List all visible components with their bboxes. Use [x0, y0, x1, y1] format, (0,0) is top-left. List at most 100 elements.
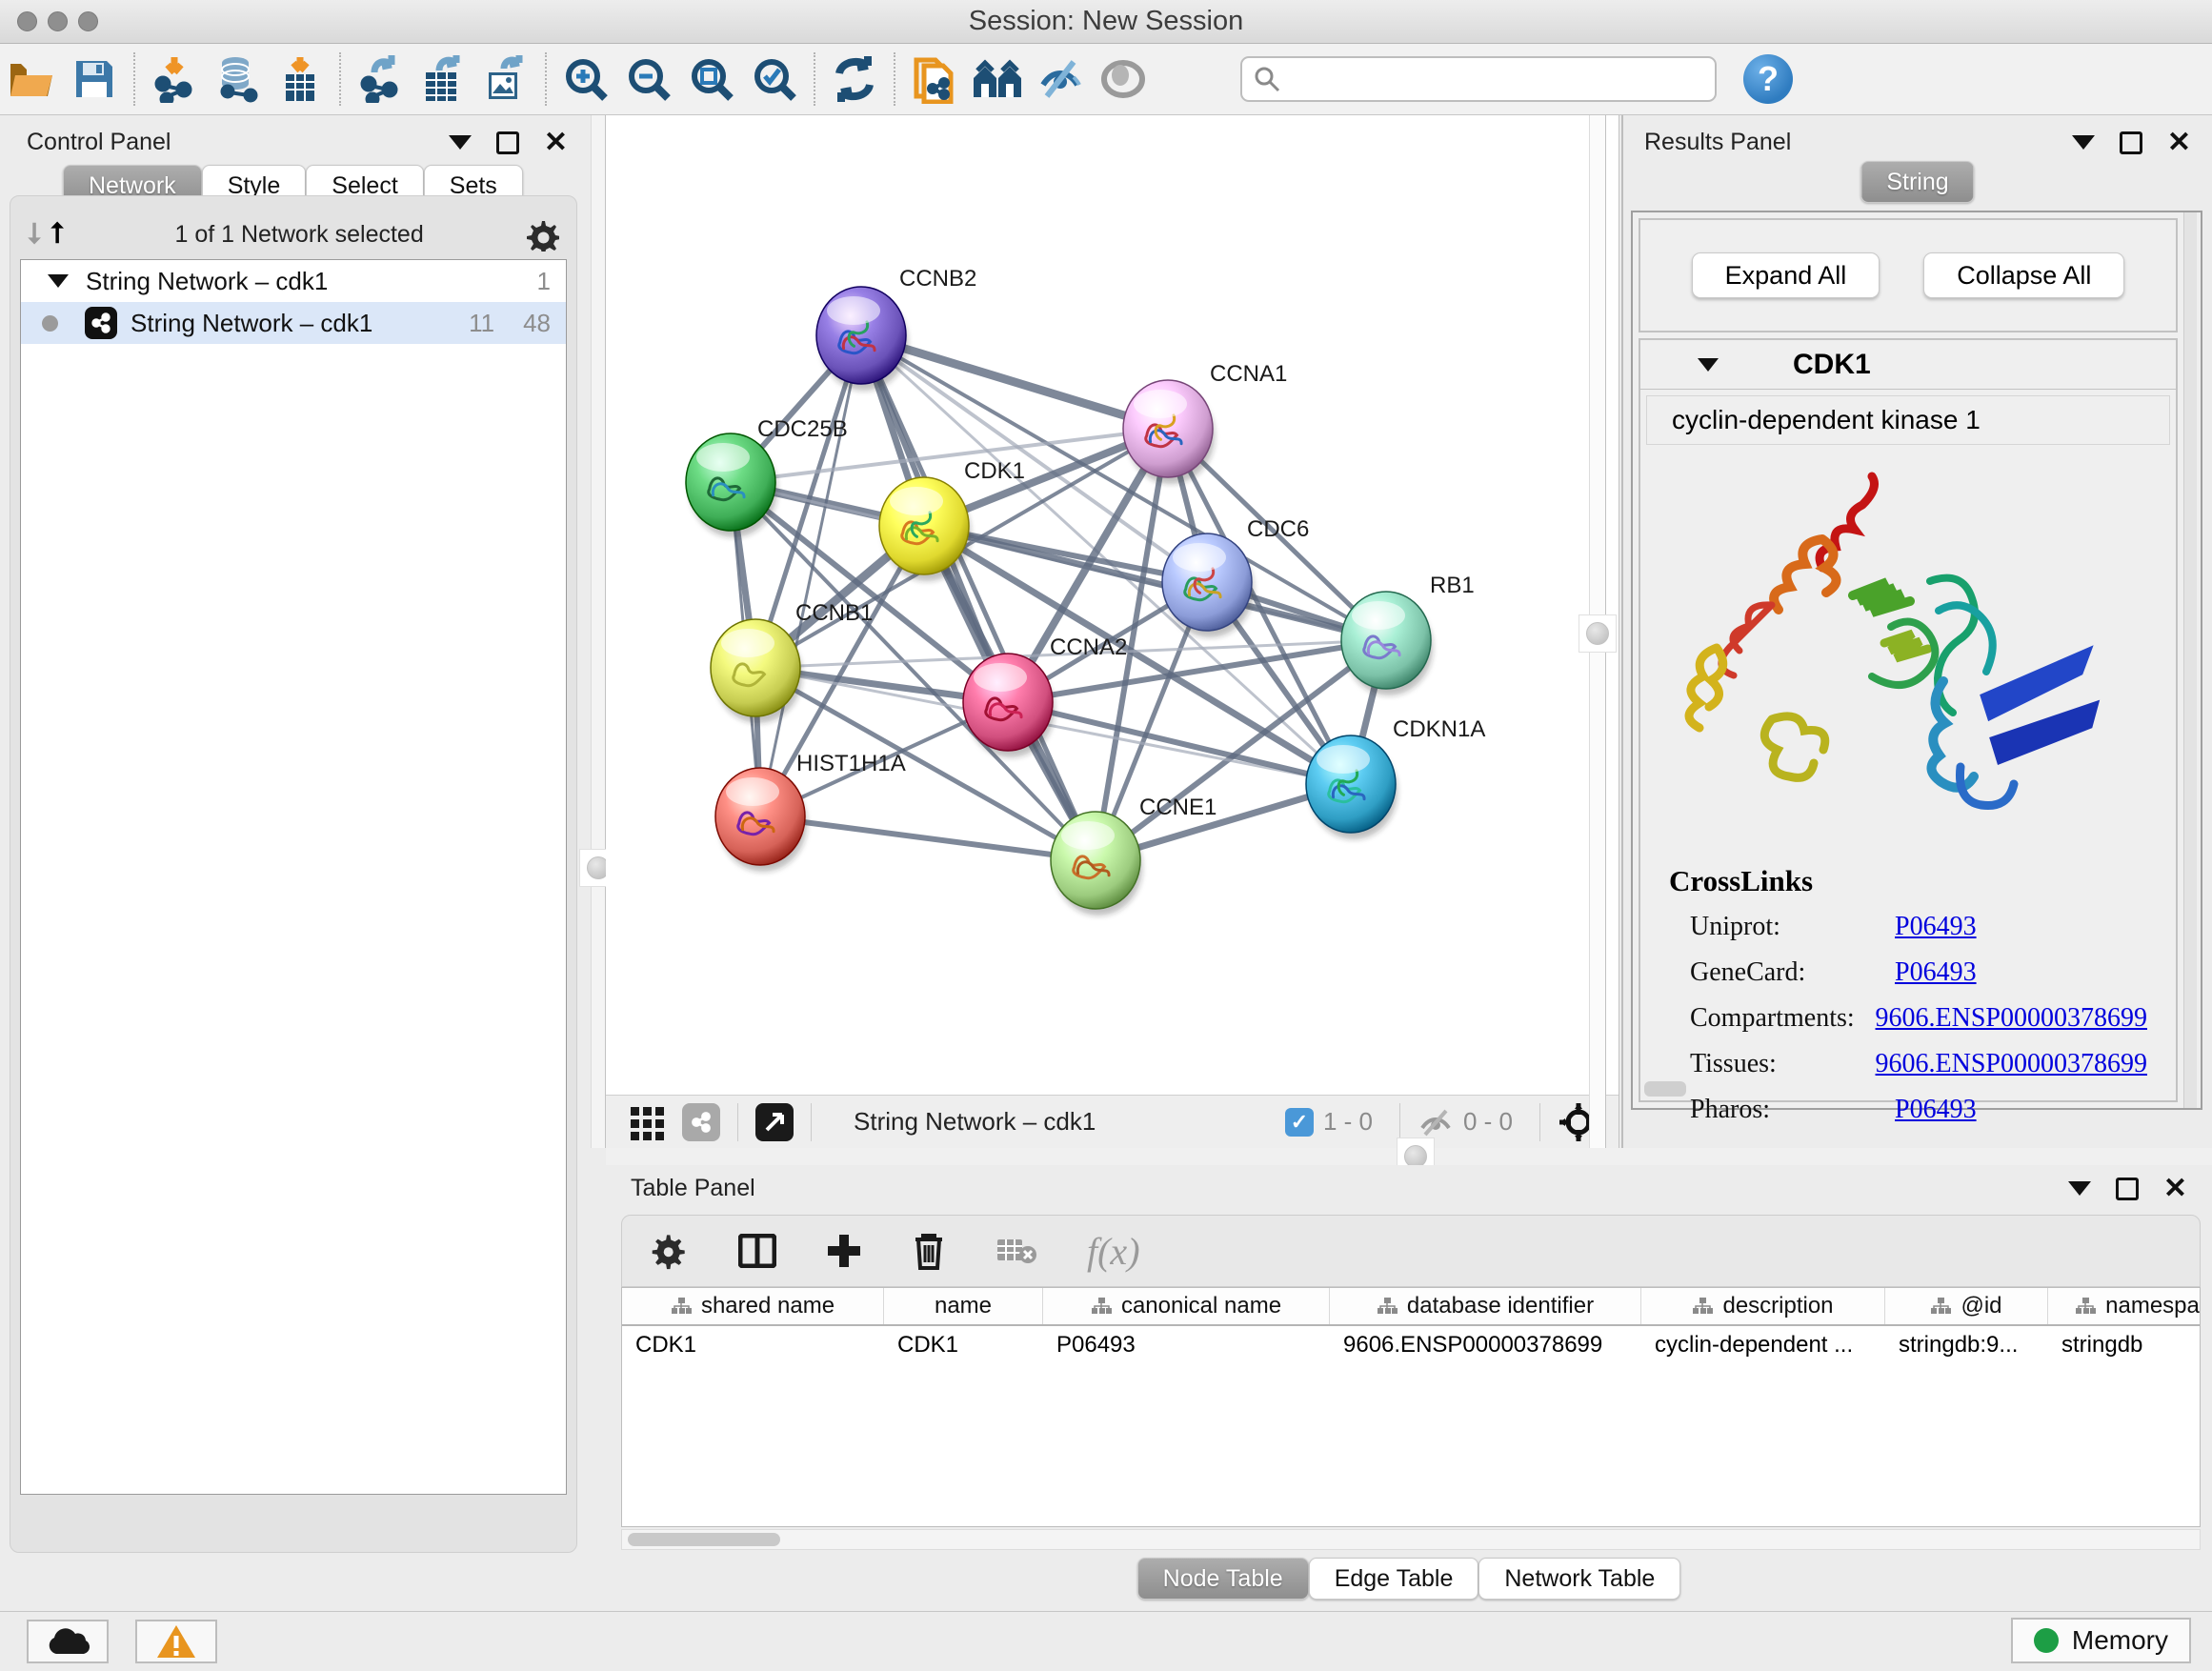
- table-cell[interactable]: 9606.ENSP00000378699: [1330, 1326, 1641, 1364]
- gear-icon[interactable]: [525, 217, 559, 252]
- tab-network-table[interactable]: Network Table: [1478, 1558, 1680, 1600]
- hidden-eye-icon[interactable]: [1418, 1107, 1454, 1137]
- network-node[interactable]: CCNB2: [816, 266, 976, 391]
- search-input[interactable]: [1280, 60, 1715, 98]
- panel-close-icon[interactable]: ✕: [2163, 1178, 2187, 1200]
- help-icon[interactable]: ?: [1743, 54, 1793, 104]
- delete-column-icon[interactable]: [912, 1232, 946, 1270]
- right-splitter-handle[interactable]: [1579, 614, 1617, 653]
- table-row[interactable]: CDK1CDK1P064939606.ENSP00000378699cyclin…: [622, 1326, 2200, 1364]
- table-cell[interactable]: CDK1: [622, 1326, 884, 1364]
- column-header-canonical-name[interactable]: canonical name: [1043, 1288, 1330, 1324]
- export-image-icon[interactable]: [474, 50, 537, 109]
- expand-all-button[interactable]: Expand All: [1692, 252, 1880, 298]
- selected-checkbox-icon[interactable]: ✓: [1285, 1108, 1314, 1137]
- cloud-icon[interactable]: [27, 1620, 109, 1663]
- crosslink-row: Compartments:9606.ENSP00000378699: [1669, 1003, 2147, 1034]
- table-cell[interactable]: P06493: [1043, 1326, 1330, 1364]
- collapse-gene-icon[interactable]: [1698, 358, 1719, 372]
- gene-section-header[interactable]: CDK1: [1640, 340, 2176, 390]
- tab-edge-table[interactable]: Edge Table: [1309, 1558, 1479, 1600]
- table-hscroll-thumb[interactable]: [628, 1533, 780, 1546]
- detach-view-icon[interactable]: [755, 1103, 794, 1141]
- table-cell[interactable]: CDK1: [884, 1326, 1043, 1364]
- network-node[interactable]: CCNA1: [1123, 361, 1287, 484]
- crosslink-row: Pharos:P06493: [1669, 1095, 2147, 1125]
- results-scrollbar[interactable]: [2183, 212, 2197, 1108]
- first-neighbors-icon[interactable]: [966, 50, 1029, 109]
- table-splitter[interactable]: [606, 1148, 2212, 1165]
- crosslink-value-link[interactable]: 9606.ENSP00000378699: [1876, 1003, 2147, 1034]
- panel-close-icon[interactable]: ✕: [2167, 131, 2191, 154]
- table-panel-title: Table Panel: [631, 1175, 755, 1202]
- export-table-icon[interactable]: [412, 50, 474, 109]
- network-node-label: CCNB2: [899, 266, 976, 292]
- network-node[interactable]: HIST1H1A: [715, 751, 906, 872]
- panel-float-icon[interactable]: [2120, 131, 2142, 154]
- expand-all-icon[interactable]: ⭡: [50, 218, 64, 251]
- network-node[interactable]: CDC6: [1162, 516, 1309, 637]
- panel-menu-icon[interactable]: [2072, 135, 2095, 150]
- table-cell[interactable]: cyclin-dependent ...: [1641, 1326, 1885, 1364]
- clone-network-icon[interactable]: [903, 50, 966, 109]
- table-hscrollbar[interactable]: [621, 1529, 2201, 1550]
- gear-icon[interactable]: [651, 1232, 689, 1270]
- warning-icon[interactable]: [135, 1620, 217, 1663]
- memory-button[interactable]: Memory: [2011, 1618, 2191, 1663]
- column-header-name[interactable]: name: [884, 1288, 1043, 1324]
- network-node[interactable]: CDKN1A: [1306, 716, 1485, 839]
- open-session-icon[interactable]: [0, 50, 63, 109]
- network-node[interactable]: RB1: [1341, 573, 1475, 695]
- table-cell[interactable]: stringdb:9...: [1885, 1326, 2048, 1364]
- export-network-icon[interactable]: [349, 50, 412, 109]
- zoom-out-icon[interactable]: [617, 50, 680, 109]
- tree-expand-icon[interactable]: [48, 274, 69, 288]
- crosslink-value-link[interactable]: P06493: [1895, 1095, 1977, 1125]
- save-session-icon[interactable]: [63, 50, 126, 109]
- crosslink-value-link[interactable]: P06493: [1895, 912, 1977, 942]
- right-splitter[interactable]: [1589, 115, 1606, 1148]
- grid-mode-icon[interactable]: [629, 1103, 667, 1141]
- left-splitter[interactable]: [591, 115, 606, 1148]
- import-database-icon[interactable]: [206, 50, 269, 109]
- panel-float-icon[interactable]: [2116, 1178, 2139, 1200]
- zoom-in-icon[interactable]: [554, 50, 617, 109]
- network-node[interactable]: CDK1: [879, 458, 1025, 581]
- add-column-icon[interactable]: [826, 1233, 862, 1269]
- tab-node-table[interactable]: Node Table: [1137, 1558, 1309, 1600]
- apply-layout-icon[interactable]: [823, 50, 886, 109]
- network-edge[interactable]: [861, 335, 1096, 860]
- column-header-description[interactable]: description: [1641, 1288, 1885, 1324]
- collapse-all-button[interactable]: Collapse All: [1923, 252, 2124, 298]
- function-builder-icon[interactable]: f(x): [1087, 1229, 1140, 1274]
- column-header-namespac[interactable]: namespac: [2048, 1288, 2201, 1324]
- node-table[interactable]: shared namenamecanonical namedatabase id…: [621, 1287, 2201, 1527]
- network-overview-icon[interactable]: [682, 1103, 720, 1141]
- network-canvas[interactable]: CCNB2CCNA1CDC25BCDK1CDC6RB1CCNB1CCNA2CDK…: [606, 115, 1587, 1095]
- panel-float-icon[interactable]: [496, 131, 519, 154]
- import-table-icon[interactable]: [269, 50, 332, 109]
- import-network-icon[interactable]: [143, 50, 206, 109]
- zoom-fit-icon[interactable]: [680, 50, 743, 109]
- table-cell[interactable]: stringdb: [2048, 1326, 2201, 1364]
- results-hscroll-thumb[interactable]: [1644, 1081, 1686, 1097]
- column-header--id[interactable]: @id: [1885, 1288, 2048, 1324]
- split-columns-icon[interactable]: [738, 1234, 776, 1268]
- column-header-shared-name[interactable]: shared name: [622, 1288, 884, 1324]
- tab-string[interactable]: String: [1860, 161, 1974, 203]
- network-row[interactable]: String Network – cdk1 11 48: [21, 302, 566, 344]
- show-all-icon[interactable]: [1092, 50, 1155, 109]
- crosslink-value-link[interactable]: 9606.ENSP00000378699: [1876, 1049, 2147, 1079]
- panel-close-icon[interactable]: ✕: [544, 131, 568, 154]
- network-edge[interactable]: [760, 816, 1096, 860]
- panel-menu-icon[interactable]: [449, 135, 472, 150]
- column-header-database-identifier[interactable]: database identifier: [1330, 1288, 1641, 1324]
- crosslink-value-link[interactable]: P06493: [1895, 957, 1977, 988]
- delete-table-icon[interactable]: [995, 1236, 1037, 1266]
- zoom-selected-icon[interactable]: [743, 50, 806, 109]
- panel-menu-icon[interactable]: [2068, 1181, 2091, 1196]
- network-node-label: CDC25B: [757, 416, 848, 442]
- network-collection-row[interactable]: String Network – cdk1 1: [21, 260, 566, 302]
- collapse-all-icon[interactable]: ⭣: [28, 218, 41, 251]
- hide-selected-icon[interactable]: [1029, 50, 1092, 109]
